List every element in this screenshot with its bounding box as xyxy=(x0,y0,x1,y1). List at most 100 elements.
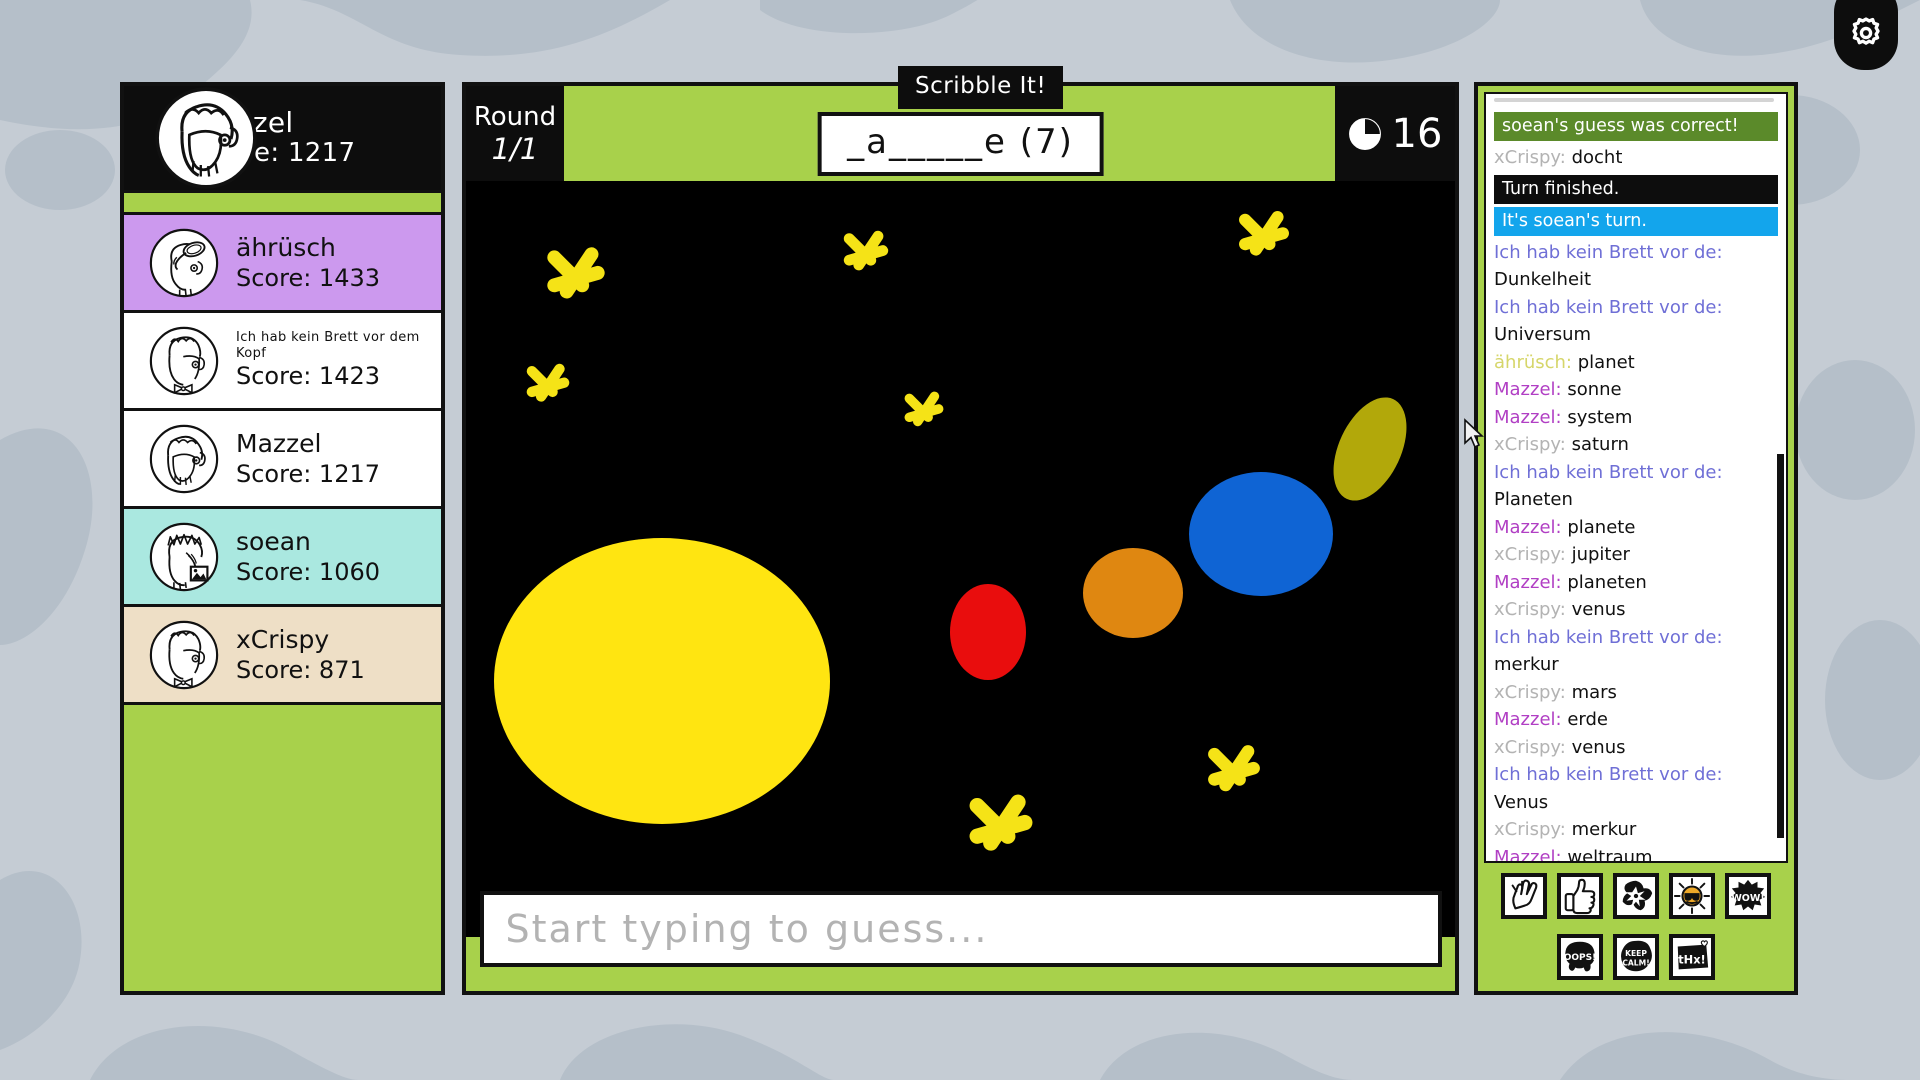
svg-text:KEEP: KEEP xyxy=(1625,949,1647,958)
player-row[interactable]: xCrispy Score: 871 xyxy=(124,607,441,705)
planet-red xyxy=(950,584,1026,680)
settings-button[interactable] xyxy=(1834,0,1898,70)
chat-message-text: Planeten xyxy=(1494,489,1573,510)
thx-sticker-button[interactable]: tHx! xyxy=(1669,933,1715,980)
svg-text:tHx!: tHx! xyxy=(1678,952,1706,966)
guess-bar xyxy=(466,867,1455,991)
chat-top-divider xyxy=(1494,98,1774,102)
chat-message-text: planeten xyxy=(1567,571,1647,593)
chat-message-text: docht xyxy=(1571,147,1623,168)
chat-message-author: Mazzel: xyxy=(1494,379,1562,400)
chat-message-list: soean's guess was correct! xCrispy: docht… xyxy=(1494,112,1778,863)
chat-message-author: ährüsch: xyxy=(1494,351,1572,373)
chat-message-continuation: Universum xyxy=(1494,321,1778,349)
chat-message-author: xCrispy: xyxy=(1494,434,1566,455)
chat-message-author: xCrispy: xyxy=(1494,819,1566,840)
chat-message-text: erde xyxy=(1567,709,1609,730)
svg-text:OOPS!: OOPS! xyxy=(1564,952,1597,962)
chat-message-author: xCrispy: xyxy=(1494,599,1566,620)
chat-message: xCrispy: saturn xyxy=(1494,431,1778,459)
player-score: Score: 1060 xyxy=(236,557,381,586)
chat-message-author: Mazzel: xyxy=(1494,571,1562,593)
chat-message-author: Mazzel: xyxy=(1494,406,1562,428)
chat-message-text: Dunkelheit xyxy=(1494,269,1592,290)
word-hint: _a_____e (7) xyxy=(817,112,1104,176)
player-list: ährüsch Score: 1433 Ich hab kein Brett v… xyxy=(124,215,441,705)
player-score: Score: 1217 xyxy=(236,459,381,488)
star-doodle xyxy=(904,391,944,427)
chat-message-text: venus xyxy=(1571,599,1626,620)
wow-sticker-button[interactable]: WOW! xyxy=(1725,872,1771,919)
flower-icon xyxy=(1617,876,1655,915)
planet-orange xyxy=(1083,548,1183,638)
avatar-bowtie xyxy=(149,326,219,395)
chat-message-text: Venus xyxy=(1494,791,1549,813)
chat-scrollbar-thumb[interactable] xyxy=(1777,454,1784,838)
player-name: xCrispy xyxy=(236,624,330,654)
player-score: Score: 871 xyxy=(236,655,365,684)
gear-icon xyxy=(1852,17,1880,45)
player-row[interactable]: soean Score: 1060 xyxy=(124,509,441,607)
round-label: Round xyxy=(473,101,557,132)
chat-message-author: Ich hab kein Brett vor de: xyxy=(1494,296,1723,318)
chat-message: xCrispy: venus xyxy=(1494,734,1778,762)
player-score: Score: 1423 xyxy=(236,362,381,391)
chat-message-continuation: Dunkelheit xyxy=(1494,266,1778,294)
keep-calm-sticker-button[interactable]: KEEP CALM! xyxy=(1613,933,1659,980)
chat-message-author: Ich hab kein Brett vor de: xyxy=(1494,241,1723,263)
chat-message-author: xCrispy: xyxy=(1494,736,1566,758)
chat-panel: soean's guess was correct! xCrispy: docht… xyxy=(1474,82,1798,995)
chat-message: Ich hab kein Brett vor de: xyxy=(1494,239,1778,267)
sun-sunglasses-button[interactable] xyxy=(1669,872,1715,919)
sun-sunglasses-icon xyxy=(1673,876,1711,915)
planet-blue xyxy=(1189,472,1333,596)
chat-message-text: sonne xyxy=(1567,379,1622,400)
star-doodle xyxy=(843,230,889,271)
chat-message-author: Mazzel: xyxy=(1494,709,1562,730)
planet-olive xyxy=(1333,397,1407,501)
avatar-beard xyxy=(149,424,219,493)
round-indicator: Round 1/1 xyxy=(466,86,564,181)
oops-sticker-button[interactable]: OOPS! xyxy=(1557,933,1603,980)
player-name: Mazzel xyxy=(236,428,322,458)
star-doodle xyxy=(526,363,570,402)
timer-value: 16 xyxy=(1391,110,1443,157)
reaction-buttons: WOW! OOPS! KEEP CALM! tHx! xyxy=(1478,863,1794,991)
player-row[interactable]: Ich hab kein Brett vor dem Kopf Score: 1… xyxy=(124,313,441,411)
round-timer: 16 xyxy=(1335,86,1455,181)
sun xyxy=(494,538,830,824)
chat-message-text: jupiter xyxy=(1571,544,1630,565)
avatar xyxy=(155,87,257,189)
clock-pie-icon xyxy=(1348,117,1381,150)
chat-message: Mazzel: planeten xyxy=(1494,569,1778,597)
chat-message-text: planete xyxy=(1567,516,1636,538)
drawing-canvas[interactable] xyxy=(466,181,1455,937)
chat-message: Ich hab kein Brett vor de: xyxy=(1494,294,1778,322)
avatar-bowtie xyxy=(149,620,219,689)
avatar-spiky-drawing xyxy=(149,522,219,591)
svg-text:WOW!: WOW! xyxy=(1731,892,1764,903)
drawing-svg xyxy=(494,211,1407,851)
round-value: 1/1 xyxy=(491,131,539,166)
player-row[interactable]: Mazzel Score: 1217 xyxy=(124,411,441,509)
keep-calm-sticker-icon: KEEP CALM! xyxy=(1617,937,1655,976)
thumbs-up-button[interactable] xyxy=(1557,872,1603,919)
clap-hand-button[interactable] xyxy=(1501,872,1547,919)
chat-message-text: merkur xyxy=(1494,654,1559,675)
chat-message-author: Ich hab kein Brett vor de: xyxy=(1494,461,1723,483)
chat-log[interactable]: soean's guess was correct! xCrispy: docht… xyxy=(1484,92,1788,863)
chat-message-author: Ich hab kein Brett vor de: xyxy=(1494,764,1723,785)
star-doodle xyxy=(1239,211,1289,256)
svg-text:CALM!: CALM! xyxy=(1622,958,1649,967)
thumbs-up-icon xyxy=(1561,876,1599,915)
game-board: Round 1/1 _a_____e (7) 16 xyxy=(462,82,1459,995)
guess-input[interactable] xyxy=(479,891,1442,967)
chat-message-author: Mazzel: xyxy=(1494,846,1562,863)
chat-message-text: weltraum xyxy=(1567,846,1653,863)
star-doodle xyxy=(969,794,1033,851)
flower-button[interactable] xyxy=(1613,872,1659,919)
chat-message: Ich hab kein Brett vor de: Venus xyxy=(1494,761,1778,816)
player-row[interactable]: ährüsch Score: 1433 xyxy=(124,215,441,313)
chat-message-author: xCrispy: xyxy=(1494,681,1566,703)
chat-message-author: xCrispy: xyxy=(1494,544,1566,565)
